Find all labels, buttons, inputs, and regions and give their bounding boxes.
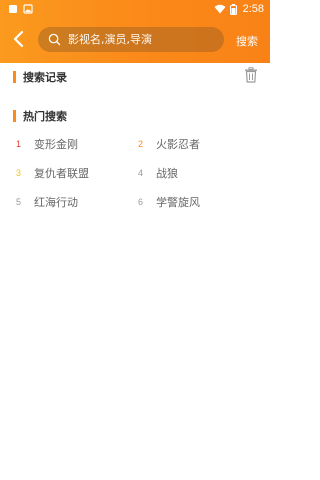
rank-number: 2	[138, 139, 144, 149]
hot-search-label: 复仇者联盟	[34, 167, 89, 180]
hot-search-item[interactable]: 3 复仇者联盟	[16, 165, 89, 181]
rank-number: 6	[138, 197, 144, 207]
back-arrow-icon[interactable]	[10, 30, 28, 48]
hot-search-header: 热门搜索	[13, 108, 67, 124]
notification-icon	[9, 5, 17, 13]
status-bar: 2:58	[0, 0, 270, 18]
app-header: 2:58 搜索	[0, 0, 270, 63]
rank-number: 1	[16, 139, 22, 149]
rank-number: 5	[16, 197, 22, 207]
search-bar[interactable]	[38, 27, 224, 52]
trash-icon[interactable]	[244, 67, 258, 83]
hot-search-title: 热门搜索	[23, 110, 67, 123]
hot-search-label: 变形金刚	[34, 138, 78, 151]
battery-icon	[229, 3, 237, 15]
search-input[interactable]	[68, 33, 218, 46]
section-accent-bar	[13, 71, 16, 83]
rank-number: 4	[138, 168, 144, 178]
hot-search-item[interactable]: 6 学警旋风	[138, 194, 200, 210]
hot-search-item[interactable]: 4 战狼	[138, 165, 178, 181]
wifi-icon	[214, 4, 226, 14]
hot-search-label: 学警旋风	[156, 196, 200, 209]
search-button[interactable]: 搜索	[236, 33, 258, 49]
hot-search-item[interactable]: 5 红海行动	[16, 194, 78, 210]
rank-number: 3	[16, 168, 22, 178]
hot-search-item[interactable]: 1 变形金刚	[16, 136, 78, 152]
section-accent-bar	[13, 110, 16, 122]
hot-search-label: 火影忍者	[156, 138, 200, 151]
search-history-header: 搜索记录	[13, 69, 67, 85]
image-icon	[23, 4, 33, 14]
hot-search-label: 战狼	[156, 167, 178, 180]
status-time: 2:58	[242, 3, 264, 15]
hot-search-label: 红海行动	[34, 196, 78, 209]
hot-search-item[interactable]: 2 火影忍者	[138, 136, 200, 152]
search-icon	[48, 33, 61, 46]
search-history-title: 搜索记录	[23, 71, 67, 84]
